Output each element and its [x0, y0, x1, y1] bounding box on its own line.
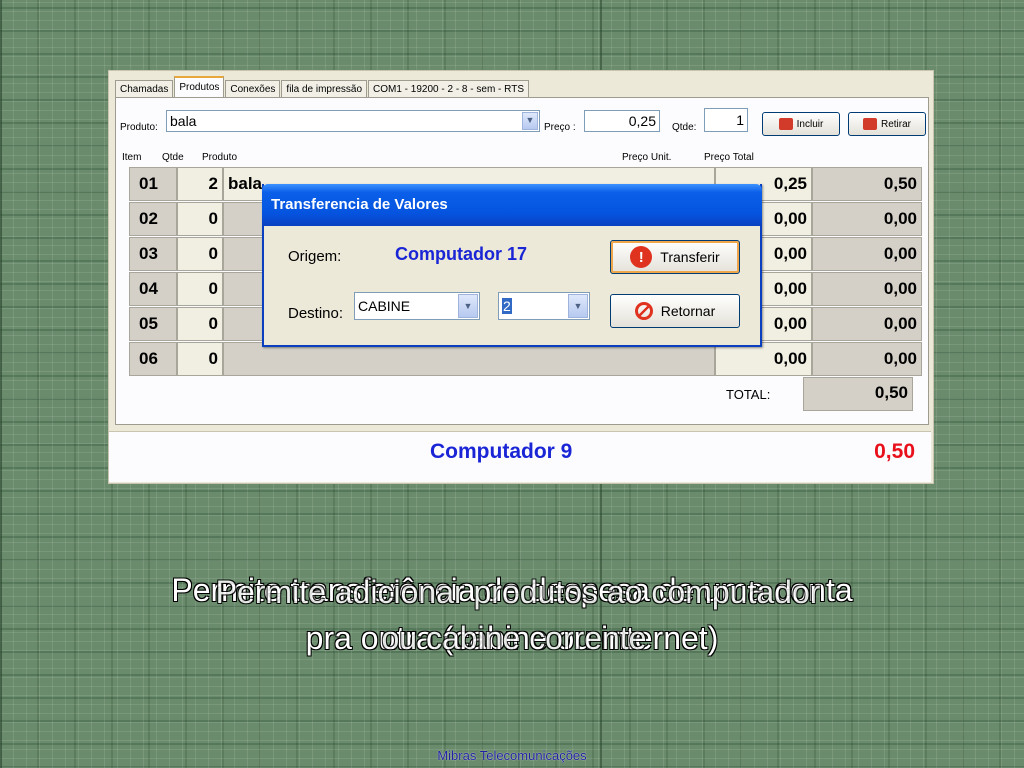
destino-label: Destino: [288, 305, 344, 322]
produto-combobox[interactable]: bala [166, 110, 540, 132]
retornar-button[interactable]: Retornar [610, 294, 740, 328]
status-bar: Computador 9 0,50 [109, 431, 931, 482]
tab-fila-impressao[interactable]: fila de impressão [281, 80, 368, 98]
cell-item: 02 [129, 202, 177, 236]
chevron-down-icon: ▼ [525, 115, 535, 125]
status-amount: 0,50 [874, 440, 915, 463]
footer-company: Mibras Telecomunicações [437, 748, 587, 763]
retirar-button[interactable]: Retirar [848, 112, 926, 136]
dialog-body: Origem: Computador 17 Destino: CABINE ▼ … [264, 226, 760, 345]
cell-item: 01 [129, 167, 177, 201]
cell-qtde: 0 [177, 272, 223, 306]
dialog-title: Transferencia de Valores [271, 196, 448, 213]
col-header-preco-unit: Preço Unit. [622, 152, 672, 163]
cell-qtde: 2 [177, 167, 223, 201]
caption-line2-b: ou cabine corrente [381, 620, 647, 656]
dialog-title-bar[interactable]: Transferencia de Valores [262, 184, 762, 226]
col-header-qtde: Qtde [162, 152, 184, 163]
cell-preco-total: 0,50 [812, 167, 922, 201]
total-value: 0,50 [803, 377, 913, 411]
tab-conexoes[interactable]: Conexões [225, 80, 281, 98]
cell-item: 03 [129, 237, 177, 271]
produto-label: Produto: [120, 122, 158, 133]
preco-input[interactable]: 0,25 [584, 110, 660, 132]
cell-preco-total: 0,00 [812, 202, 922, 236]
tab-produtos[interactable]: Produtos [174, 76, 225, 98]
produto-dropdown-button[interactable]: ▼ [522, 112, 538, 130]
destino-dropdown-button[interactable]: ▼ [458, 294, 478, 318]
preco-value: 0,25 [628, 113, 656, 129]
cell-preco-total: 0,00 [812, 342, 922, 376]
origem-value: Computador 17 [395, 244, 528, 264]
cell-preco-total: 0,00 [812, 237, 922, 271]
chevron-down-icon: ▼ [463, 301, 473, 311]
origem-label: Origem: [288, 248, 342, 265]
incluir-label: Incluir [796, 118, 824, 130]
cell-qtde: 0 [177, 202, 223, 236]
tab-com-port[interactable]: COM1 - 19200 - 2 - 8 - sem - RTS [368, 80, 529, 98]
cell-preco-unit: 0,00 [715, 342, 812, 376]
retirar-label: Retirar [880, 118, 911, 130]
preco-label: Preço : [544, 122, 576, 133]
cell-produto [223, 342, 715, 376]
total-label: TOTAL: [726, 387, 771, 402]
cell-preco-total: 0,00 [812, 272, 922, 306]
retornar-label: Retornar [660, 303, 716, 319]
chevron-down-icon: ▼ [573, 301, 583, 311]
cell-preco-total: 0,00 [812, 307, 922, 341]
cell-qtde: 0 [177, 342, 223, 376]
destino-value: CABINE [358, 298, 411, 314]
destino-number-dropdown-button[interactable]: ▼ [568, 294, 588, 318]
cell-item: 04 [129, 272, 177, 306]
incluir-button[interactable]: Incluir [762, 112, 840, 136]
col-header-item: Item [122, 152, 142, 163]
tab-chamadas[interactable]: Chamadas [115, 80, 174, 98]
transfer-icon: ! [630, 246, 653, 268]
remove-item-icon [862, 118, 877, 130]
cell-item: 06 [129, 342, 177, 376]
transferir-button[interactable]: ! Transferir [610, 240, 740, 274]
qtde-value: 1 [736, 112, 744, 128]
cell-item: 05 [129, 307, 177, 341]
tab-strip: Chamadas Produtos Conexões fila de impre… [115, 76, 530, 98]
destino-number-value: 2 [502, 298, 512, 314]
transfer-dialog: Transferencia de Valores Origem: Computa… [262, 184, 762, 347]
transferir-label: Transferir [660, 249, 720, 265]
status-computer-name: Computador 9 [430, 440, 573, 463]
qtde-input[interactable]: 1 [704, 108, 748, 132]
cancel-icon [634, 302, 653, 320]
qtde-label: Qtde: [672, 122, 697, 133]
col-header-preco-total: Preço Total [704, 152, 754, 163]
add-item-icon [778, 118, 793, 130]
caption-line1-b: Permite adicionar produtos ao computador [215, 574, 821, 610]
col-header-produto: Produto [202, 152, 238, 163]
produto-value: bala [170, 113, 197, 129]
cell-qtde: 0 [177, 307, 223, 341]
cell-qtde: 0 [177, 237, 223, 271]
